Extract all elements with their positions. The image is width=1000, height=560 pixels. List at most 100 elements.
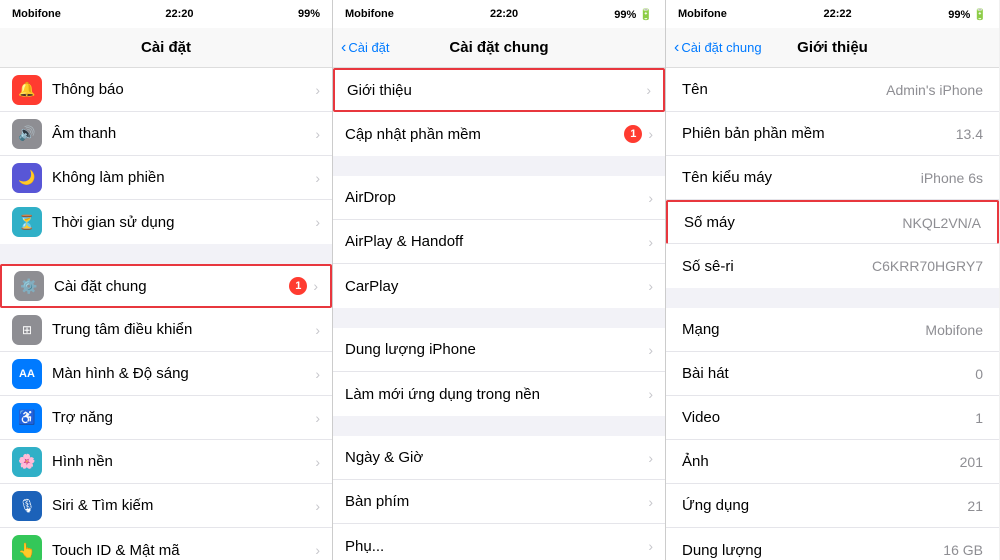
label-tro-nang: Trợ năng: [52, 409, 315, 426]
section-notifications: 🔔 Thông báo › 🔊 Âm thanh › 🌙 Không làm p…: [0, 68, 332, 244]
label-hinh-nen: Hình nền: [52, 453, 315, 470]
chevron-tn: ›: [315, 410, 320, 426]
label-so-seri: Số sê-ri: [682, 258, 872, 275]
row-dung-luong[interactable]: Dung lượng iPhone ›: [333, 328, 665, 372]
label-siri: Siri & Tìm kiếm: [52, 497, 315, 514]
time-3: 22:22: [823, 8, 851, 20]
value-video: 1: [975, 410, 983, 426]
row-thong-bao[interactable]: 🔔 Thông báo ›: [0, 68, 332, 112]
row-phien-ban: Phiên bản phần mềm 13.4: [666, 112, 999, 156]
panel-1: Mobifone 22:20 99% Cài đặt 🔔 Thông báo ›…: [0, 0, 333, 560]
back-arrow-2: ‹: [341, 39, 346, 57]
row-man-hinh[interactable]: AA Màn hình & Độ sáng ›: [0, 352, 332, 396]
chevron-mh: ›: [315, 366, 320, 382]
status-bar-3: Mobifone 22:22 99% 🔋: [666, 0, 999, 28]
chevron-tid: ›: [315, 542, 320, 558]
section-wireless: AirDrop › AirPlay & Handoff › CarPlay ›: [333, 176, 665, 308]
value-ung-dung: 21: [967, 498, 983, 514]
back-label-2: Cài đặt: [348, 40, 389, 55]
label-cap-nhat: Cập nhật phần mềm: [345, 126, 624, 143]
nav-title-3: Giới thiệu: [797, 39, 868, 56]
row-lam-moi[interactable]: Làm mới ứng dụng trong nền ›: [333, 372, 665, 416]
icon-am-thanh: 🔊: [12, 119, 42, 149]
settings-list-1: 🔔 Thông báo › 🔊 Âm thanh › 🌙 Không làm p…: [0, 68, 332, 560]
chevron-tg: ›: [315, 214, 320, 230]
battery-2: 99% 🔋: [614, 8, 653, 21]
back-to-settings[interactable]: ‹ Cài đặt: [341, 39, 390, 57]
icon-thong-bao: 🔔: [12, 75, 42, 105]
row-carplay[interactable]: CarPlay ›: [333, 264, 665, 308]
settings-list-3: Tên Admin's iPhone Phiên bản phần mềm 13…: [666, 68, 999, 560]
nav-title-1: Cài đặt: [141, 39, 191, 56]
label-man-hinh: Màn hình & Độ sáng: [52, 365, 315, 382]
row-phu[interactable]: Phụ... ›: [333, 524, 665, 560]
icon-trung-tam: ⊞: [12, 315, 42, 345]
row-dung-luong-detail: Dung lượng 16 GB: [666, 528, 999, 560]
chevron-carplay: ›: [648, 278, 653, 294]
back-to-general[interactable]: ‹ Cài đặt chung: [674, 39, 762, 57]
icon-man-hinh: AA: [12, 359, 42, 389]
nav-title-2: Cài đặt chung: [449, 39, 548, 56]
label-carplay: CarPlay: [345, 278, 648, 295]
row-touch-id[interactable]: 👆 Touch ID & Mật mã ›: [0, 528, 332, 560]
section-general: ⚙️ Cài đặt chung 1 › ⊞ Trung tâm điều kh…: [0, 264, 332, 560]
row-so-seri: Số sê-ri C6KRR70HGRY7: [666, 244, 999, 288]
row-tro-nang[interactable]: ♿ Trợ năng ›: [0, 396, 332, 440]
panel-2: Mobifone 22:20 99% 🔋 ‹ Cài đặt Cài đặt c…: [333, 0, 666, 560]
section-media: Mạng Mobifone Bài hát 0 Video 1 Ảnh 201 …: [666, 308, 999, 560]
value-dung-luong-detail: 16 GB: [943, 542, 983, 558]
badge-cap-nhat: 1: [624, 125, 642, 143]
label-trung-tam: Trung tâm điều khiển: [52, 321, 315, 338]
settings-list-2: Giới thiệu › Cập nhật phần mềm 1 › AirDr…: [333, 68, 665, 560]
row-trung-tam[interactable]: ⊞ Trung tâm điều khiển ›: [0, 308, 332, 352]
row-ngay-gio[interactable]: Ngày & Giờ ›: [333, 436, 665, 480]
label-phien-ban: Phiên bản phần mềm: [682, 125, 956, 142]
chevron-cn: ›: [648, 126, 653, 142]
value-phien-ban: 13.4: [956, 126, 983, 142]
value-so-may: NKQL2VN/A: [902, 215, 981, 231]
icon-thoi-gian: ⏳: [12, 207, 42, 237]
chevron-airdrop: ›: [648, 190, 653, 206]
row-mang: Mạng Mobifone: [666, 308, 999, 352]
label-ngay-gio: Ngày & Giờ: [345, 449, 648, 466]
back-label-3: Cài đặt chung: [681, 40, 761, 55]
chevron-am-thanh: ›: [315, 126, 320, 142]
row-ban-phim[interactable]: Bàn phím ›: [333, 480, 665, 524]
row-airdrop[interactable]: AirDrop ›: [333, 176, 665, 220]
row-airplay[interactable]: AirPlay & Handoff ›: [333, 220, 665, 264]
row-thoi-gian[interactable]: ⏳ Thời gian sử dụng ›: [0, 200, 332, 244]
carrier-3: Mobifone: [678, 8, 727, 20]
label-thong-bao: Thông báo: [52, 81, 315, 98]
status-bar-2: Mobifone 22:20 99% 🔋: [333, 0, 665, 28]
label-ten-kieu: Tên kiểu máy: [682, 169, 921, 186]
chevron-phu: ›: [648, 538, 653, 554]
label-phu: Phụ...: [345, 538, 648, 555]
row-gioi-thieu[interactable]: Giới thiệu ›: [333, 68, 665, 112]
icon-touch-id: 👆: [12, 535, 42, 560]
label-lam-moi: Làm mới ứng dụng trong nền: [345, 386, 648, 403]
row-am-thanh[interactable]: 🔊 Âm thanh ›: [0, 112, 332, 156]
row-khong-lam-phien[interactable]: 🌙 Không làm phiền ›: [0, 156, 332, 200]
nav-bar-3: ‹ Cài đặt chung Giới thiệu: [666, 28, 999, 68]
icon-hinh-nen: 🌸: [12, 447, 42, 477]
icon-siri: 🎙: [12, 491, 42, 521]
chevron-siri: ›: [315, 498, 320, 514]
time-1: 22:20: [165, 8, 193, 20]
label-airdrop: AirDrop: [345, 189, 648, 206]
time-2: 22:20: [490, 8, 518, 20]
row-cap-nhat[interactable]: Cập nhật phần mềm 1 ›: [333, 112, 665, 156]
chevron-lm: ›: [648, 386, 653, 402]
icon-cai-dat-chung: ⚙️: [14, 271, 44, 301]
label-so-may: Số máy: [684, 214, 902, 231]
row-ten-kieu: Tên kiểu máy iPhone 6s: [666, 156, 999, 200]
row-hinh-nen[interactable]: 🌸 Hình nền ›: [0, 440, 332, 484]
row-siri[interactable]: 🎙 Siri & Tìm kiếm ›: [0, 484, 332, 528]
label-dung-luong-detail: Dung lượng: [682, 542, 943, 559]
label-thoi-gian: Thời gian sử dụng: [52, 214, 315, 231]
status-bar-1: Mobifone 22:20 99%: [0, 0, 332, 28]
chevron-ng: ›: [648, 450, 653, 466]
section-device-info: Tên Admin's iPhone Phiên bản phần mềm 13…: [666, 68, 999, 288]
row-cai-dat-chung[interactable]: ⚙️ Cài đặt chung 1 ›: [0, 264, 332, 308]
value-bai-hat: 0: [975, 366, 983, 382]
chevron-hn: ›: [315, 454, 320, 470]
